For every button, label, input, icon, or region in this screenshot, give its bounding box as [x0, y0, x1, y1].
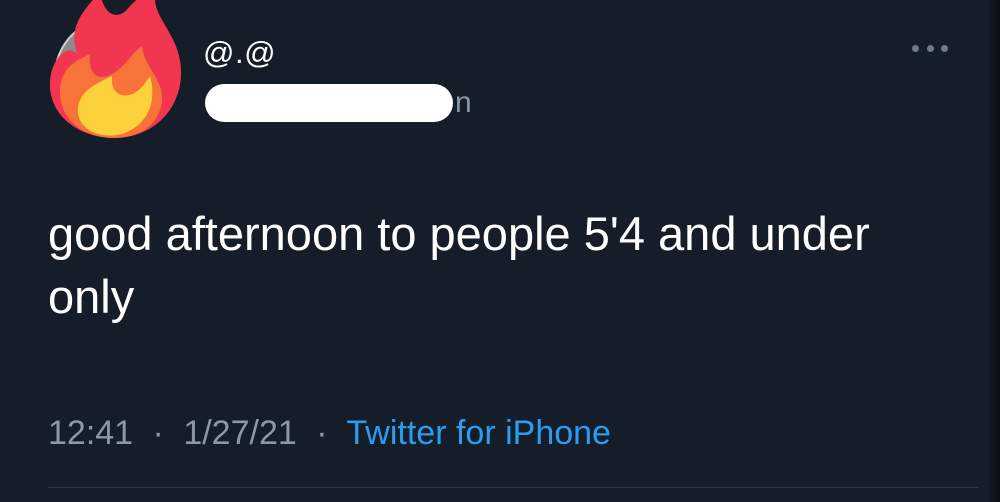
handle-redaction [207, 86, 451, 120]
more-options-icon[interactable] [912, 40, 948, 56]
meta-separator: · [152, 414, 164, 452]
tweet-source-link[interactable]: Twitter for iPhone [346, 414, 611, 452]
tweet-date[interactable]: 1/27/21 [183, 414, 296, 452]
display-name[interactable]: @.@ [203, 33, 276, 73]
more-dot [941, 44, 948, 52]
meta-separator: · [316, 414, 328, 452]
avatar[interactable] [38, 0, 188, 142]
more-dot [926, 44, 934, 52]
tweet-time[interactable]: 12:41 [48, 414, 133, 452]
fire-icon [49, 0, 182, 138]
more-dot [912, 44, 919, 52]
tweet-text: good afternoon to people 5'4 and under o… [48, 207, 870, 323]
handle-fragment: n [455, 86, 472, 119]
tweet-meta: 12:41 · 1/27/21 · Twitter for iPhone [48, 411, 611, 455]
tweet-detail: @.@ n good afternoon to people 5'4 and u… [0, 0, 1000, 502]
screen-edge [988, 0, 1000, 502]
handle[interactable]: n [203, 84, 483, 124]
divider [48, 487, 978, 488]
